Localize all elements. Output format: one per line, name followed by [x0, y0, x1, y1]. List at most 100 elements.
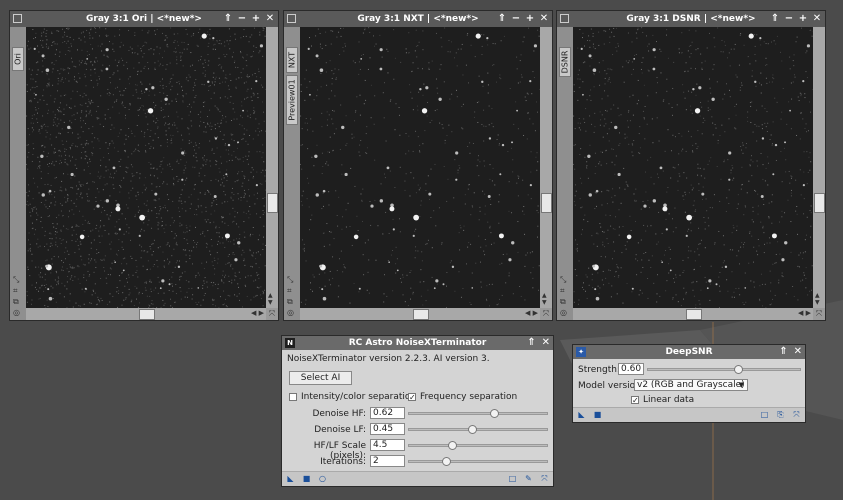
resize-corner-icon[interactable]: ⤧: [813, 308, 825, 320]
hf-lf-scale-slider[interactable]: [408, 441, 548, 450]
maximize-icon[interactable]: +: [525, 11, 535, 27]
close-icon[interactable]: ✕: [542, 336, 550, 350]
image-window-nxt[interactable]: Gray 3:1 NXT | <*new*> ⇑ − + ✕ NXT Previ…: [283, 10, 553, 321]
shade-icon[interactable]: ⇑: [770, 11, 780, 27]
denoise-hf-field[interactable]: 0.62: [370, 407, 405, 419]
window-title-bar[interactable]: Gray 3:1 Ori | <*new*> ⇑ − + ✕: [10, 11, 278, 27]
scroll-thumb[interactable]: [413, 309, 429, 320]
shade-icon[interactable]: ⇑: [779, 345, 787, 359]
crosshair-icon[interactable]: ⤡: [13, 275, 20, 284]
reset-icon[interactable]: □: [760, 410, 769, 419]
mask-icon[interactable]: ⌗: [13, 286, 20, 295]
param-label: Denoise LF:: [314, 425, 366, 435]
view-tab-preview01[interactable]: Preview01: [286, 75, 298, 125]
image-canvas[interactable]: [300, 27, 540, 308]
scroll-arrows-icon[interactable]: ▲ ▼: [815, 292, 820, 306]
resize-icon[interactable]: ⤧: [792, 410, 801, 419]
scroll-thumb[interactable]: [541, 193, 552, 213]
scroll-arrows-icon[interactable]: ▲ ▼: [542, 292, 547, 306]
close-icon[interactable]: ✕: [539, 11, 549, 27]
scroll-arrows-icon[interactable]: ◀ ▶: [525, 309, 538, 317]
scroll-thumb[interactable]: [139, 309, 155, 320]
new-instance-icon[interactable]: ◣: [577, 410, 586, 419]
apply-icon[interactable]: ■: [593, 410, 602, 419]
iterations-field[interactable]: 2: [370, 455, 405, 467]
view-tab-nxt[interactable]: NXT: [286, 47, 298, 73]
scroll-thumb[interactable]: [267, 193, 278, 213]
crosshair-icon[interactable]: ⤡: [287, 275, 294, 284]
document-icon[interactable]: ⎘: [776, 410, 785, 419]
image-canvas[interactable]: [26, 27, 266, 308]
image-window-ori[interactable]: Gray 3:1 Ori | <*new*> ⇑ − + ✕ Ori ⤡ ⌗ ⧉…: [9, 10, 279, 321]
reset-icon[interactable]: □: [508, 474, 517, 483]
iterations-slider[interactable]: [408, 457, 548, 466]
window-title-bar[interactable]: Gray 3:1 DSNR | <*new*> ⇑ − + ✕: [557, 11, 825, 27]
lock-icon[interactable]: ◎: [560, 308, 567, 317]
scroll-arrows-icon[interactable]: ◀ ▶: [798, 309, 811, 317]
maximize-icon[interactable]: +: [798, 11, 808, 27]
denoise-lf-field[interactable]: 0.45: [370, 423, 405, 435]
mask-icon[interactable]: ⌗: [287, 286, 294, 295]
scroll-arrows-icon[interactable]: ▲ ▼: [268, 292, 273, 306]
mask-icon[interactable]: ⌗: [560, 286, 567, 295]
close-icon[interactable]: ✕: [812, 11, 822, 27]
minimize-icon[interactable]: −: [237, 11, 247, 27]
crosshair-icon[interactable]: ⤡: [560, 275, 567, 284]
frequency-separation-label: Frequency separation: [420, 392, 518, 402]
shade-icon[interactable]: ⇑: [497, 11, 507, 27]
wrench-icon[interactable]: ✎: [524, 474, 533, 483]
horizontal-scrollbar[interactable]: ◀ ▶: [300, 308, 540, 320]
horizontal-scrollbar[interactable]: ◀ ▶: [573, 308, 813, 320]
close-icon[interactable]: ✕: [265, 11, 275, 27]
apply-global-icon[interactable]: ○: [318, 474, 327, 483]
shade-icon[interactable]: ⇑: [223, 11, 233, 27]
scroll-thumb[interactable]: [814, 193, 825, 213]
new-instance-icon[interactable]: ◣: [286, 474, 295, 483]
resize-corner-icon[interactable]: ⤧: [266, 308, 278, 320]
minimize-icon[interactable]: −: [511, 11, 521, 27]
resize-icon[interactable]: ⤧: [540, 474, 549, 483]
slider-knob[interactable]: [448, 441, 457, 450]
shade-icon[interactable]: ⇑: [527, 336, 535, 350]
clone-icon[interactable]: ⧉: [287, 297, 294, 306]
view-tab-dsnr[interactable]: DSNR: [559, 47, 571, 77]
scroll-arrows-icon[interactable]: ◀ ▶: [251, 309, 264, 317]
vertical-scrollbar[interactable]: ▲ ▼: [540, 27, 552, 308]
strength-slider[interactable]: [647, 365, 801, 374]
noisexterminator-panel[interactable]: N RC Astro NoiseXTerminator ⇑ ✕ NoiseXTe…: [281, 335, 554, 487]
resize-corner-icon[interactable]: ⤧: [540, 308, 552, 320]
close-icon[interactable]: ✕: [794, 345, 802, 359]
panel-footer: ◣ ■ □ ⎘ ⤧: [573, 407, 805, 422]
panel-title-bar[interactable]: N RC Astro NoiseXTerminator ⇑ ✕: [282, 336, 553, 350]
image-canvas[interactable]: [573, 27, 813, 308]
image-window-dsnr[interactable]: Gray 3:1 DSNR | <*new*> ⇑ − + ✕ DSNR ⤡ ⌗…: [556, 10, 826, 321]
intensity-color-checkbox[interactable]: [289, 393, 297, 401]
deepsnr-panel[interactable]: ✦ DeepSNR ⇑ ✕ Strength: 0.60 Model versi…: [572, 344, 806, 423]
denoise-lf-slider[interactable]: [408, 425, 548, 434]
minimize-icon[interactable]: −: [784, 11, 794, 27]
clone-icon[interactable]: ⧉: [13, 297, 20, 306]
model-version-select[interactable]: v2 (RGB and Grayscale) ▼: [634, 379, 748, 391]
clone-icon[interactable]: ⧉: [560, 297, 567, 306]
slider-knob[interactable]: [734, 365, 744, 374]
lock-icon[interactable]: ◎: [287, 308, 294, 317]
slider-knob[interactable]: [441, 457, 451, 466]
strength-field[interactable]: 0.60: [618, 363, 644, 375]
maximize-icon[interactable]: +: [251, 11, 261, 27]
apply-icon[interactable]: ■: [302, 474, 311, 483]
hf-lf-scale-field[interactable]: 4.5: [370, 439, 405, 451]
denoise-hf-slider[interactable]: [408, 409, 548, 418]
frequency-separation-checkbox[interactable]: ✓: [408, 393, 416, 402]
slider-knob[interactable]: [467, 425, 477, 434]
panel-title-bar[interactable]: ✦ DeepSNR ⇑ ✕: [573, 345, 805, 359]
vertical-scrollbar[interactable]: ▲ ▼: [813, 27, 825, 308]
scroll-thumb[interactable]: [686, 309, 702, 320]
vertical-scrollbar[interactable]: ▲ ▼: [266, 27, 278, 308]
horizontal-scrollbar[interactable]: ◀ ▶: [26, 308, 266, 320]
slider-knob[interactable]: [489, 409, 499, 418]
lock-icon[interactable]: ◎: [13, 308, 20, 317]
view-tab-ori[interactable]: Ori: [12, 47, 24, 71]
select-ai-button[interactable]: Select AI: [289, 371, 352, 385]
linear-data-checkbox[interactable]: ✓: [631, 396, 639, 405]
window-title-bar[interactable]: Gray 3:1 NXT | <*new*> ⇑ − + ✕: [284, 11, 552, 27]
